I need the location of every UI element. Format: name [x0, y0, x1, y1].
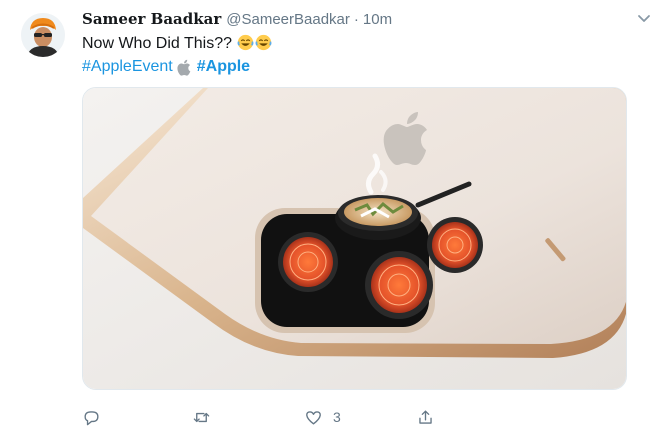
tweet-header: Sameer Baadkar @SameerBaadkar · 10m	[82, 8, 392, 30]
like-count: 3	[333, 409, 341, 425]
tweet-text: Now Who Did This??	[82, 33, 272, 55]
tweet-card[interactable]: Sameer Baadkar @SameerBaadkar · 10m Now …	[0, 0, 669, 440]
hashtag-appleevent[interactable]: #AppleEvent	[82, 56, 173, 78]
reply-icon	[84, 410, 99, 425]
apple-logo-icon	[177, 59, 191, 76]
reply-button[interactable]	[82, 404, 111, 430]
joy-emoji-icon	[237, 34, 254, 51]
tweet-actions: 3	[82, 404, 627, 430]
share-button[interactable]	[416, 404, 445, 430]
heart-icon	[306, 410, 321, 425]
share-icon	[419, 409, 432, 424]
tweet-media-image[interactable]	[82, 87, 627, 390]
avatar[interactable]	[21, 13, 65, 57]
chevron-down-icon[interactable]	[636, 10, 652, 26]
retweet-icon	[193, 412, 210, 422]
hashtag-line: #AppleEvent #Apple	[82, 56, 250, 78]
retweet-button[interactable]	[192, 404, 221, 430]
tweet-text-content: Now Who Did This??	[82, 35, 232, 52]
timestamp[interactable]: 10m	[363, 11, 392, 28]
hashtag-apple[interactable]: #Apple	[197, 56, 250, 78]
separator-dot: ·	[353, 10, 359, 28]
like-button[interactable]: 3	[304, 404, 341, 430]
joy-emoji-icon	[255, 34, 272, 51]
author-handle[interactable]: @SameerBaadkar	[226, 11, 350, 28]
author-name[interactable]: Sameer Baadkar	[82, 10, 221, 28]
